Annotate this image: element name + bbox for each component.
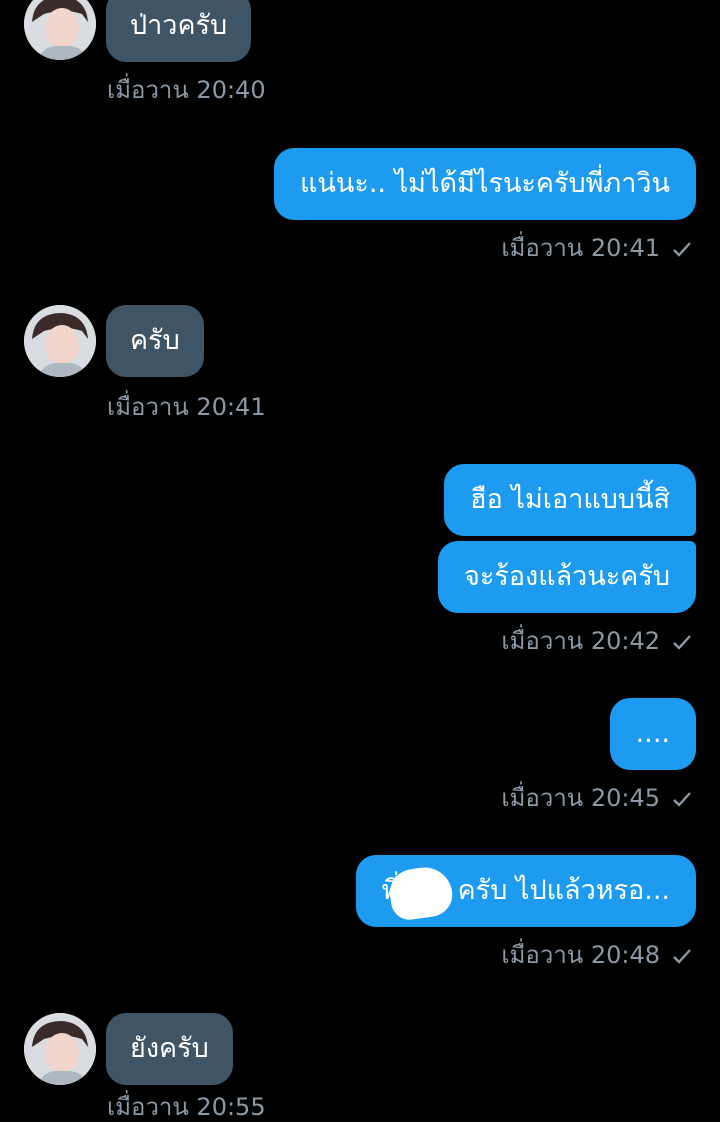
- message-status: เมื่อวาน 20:45: [501, 783, 692, 813]
- check-icon: [673, 949, 691, 964]
- avatar[interactable]: [24, 305, 96, 377]
- message-timestamp: เมื่อวาน 20:41: [501, 234, 660, 262]
- message-text-end: ครับ ไปแล้วหรอ...: [457, 875, 670, 906]
- check-icon: [673, 635, 691, 650]
- avatar[interactable]: [24, 1013, 96, 1085]
- message-bubble[interactable]: ป่าวครับ: [106, 0, 252, 62]
- message-bubble[interactable]: ยังครับ: [106, 1013, 233, 1085]
- message-timestamp: เมื่อวาน 20:45: [501, 784, 660, 812]
- avatar-icon: [24, 305, 96, 377]
- message-timestamp: เมื่อวาน 20:55: [107, 1093, 266, 1121]
- message-bubble[interactable]: แน่นะ.. ไม่ได้มีไรนะครับพี่ภาวิน: [274, 148, 696, 220]
- message-bubble[interactable]: ....: [609, 698, 696, 770]
- message-status: เมื่อวาน 20:41: [501, 233, 692, 263]
- message-timestamp: เมื่อวาน 20:42: [501, 627, 660, 655]
- avatar[interactable]: [24, 0, 96, 60]
- message-status: เมื่อวาน 20:42: [501, 626, 692, 656]
- message-timestamp: เมื่อวาน 20:48: [501, 941, 660, 969]
- message-bubble[interactable]: จะร้องแล้วนะครับ: [438, 541, 696, 613]
- message-bubble[interactable]: ฮือ ไม่เอาแบบนี้สิ: [444, 464, 696, 536]
- check-icon: [673, 792, 691, 807]
- avatar-icon: [24, 1013, 96, 1085]
- avatar-icon: [24, 0, 96, 60]
- message-timestamp: เมื่อวาน 20:40: [107, 76, 266, 104]
- message-timestamp: เมื่อวาน 20:41: [107, 393, 266, 421]
- message-bubble[interactable]: ครับ: [106, 305, 204, 377]
- message-status: เมื่อวาน 20:48: [501, 940, 692, 970]
- check-icon: [673, 242, 691, 257]
